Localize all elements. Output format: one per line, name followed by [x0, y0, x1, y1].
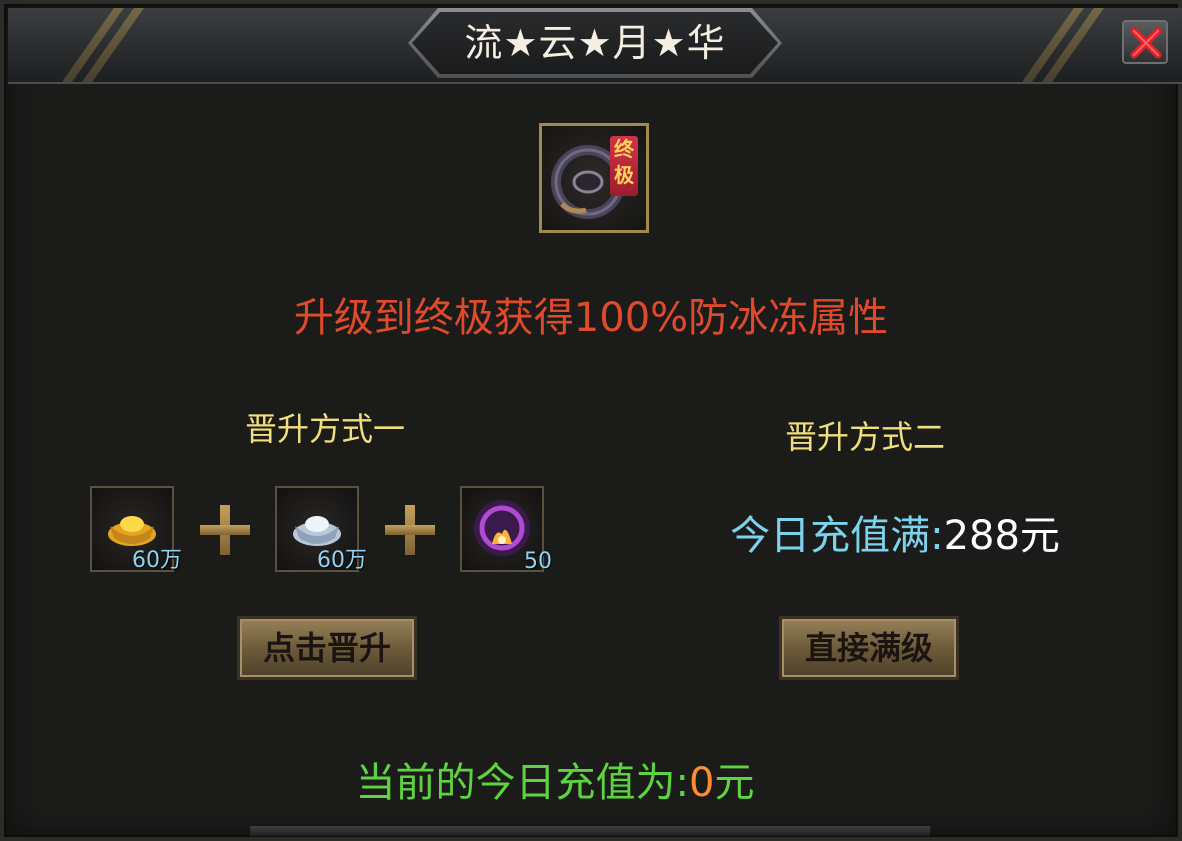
close-button[interactable]	[1122, 20, 1168, 64]
equipment-item-slot[interactable]: 终 极	[539, 123, 649, 233]
material-slot-gold[interactable]: 60万	[90, 486, 182, 573]
current-recharge-unit: 元	[714, 760, 755, 806]
tag-text-bottom: 极	[614, 163, 634, 187]
dialog-title: 流★云★月★华	[464, 21, 726, 65]
recharge-label: 今日充值满:	[730, 513, 944, 559]
material-slot-silver[interactable]: 60万	[275, 486, 367, 573]
material-count: 60万	[317, 548, 367, 573]
close-icon	[1130, 27, 1162, 59]
current-recharge: 当前的今日充值为:0元	[0, 750, 1110, 808]
ultimate-tag: 终 极	[610, 136, 638, 196]
max-level-button[interactable]: 直接满级	[779, 616, 959, 680]
material-count: 60万	[132, 548, 182, 573]
plus-icon	[200, 505, 250, 555]
promote-button[interactable]: 点击晋升	[237, 616, 417, 680]
tag-text-top: 终	[614, 137, 634, 161]
material-count: 50	[524, 549, 552, 574]
upgrade-description: 升级到终极获得100%防冰冻属性	[293, 295, 889, 341]
bottom-edge-decoration	[250, 826, 930, 836]
method-one-title: 晋升方式一	[244, 410, 405, 448]
method-two-title: 晋升方式二	[784, 418, 945, 456]
current-recharge-value: 0	[689, 760, 715, 806]
recharge-amount: 288元	[943, 513, 1060, 559]
recharge-requirement: 今日充值满:288元	[700, 503, 1090, 561]
current-recharge-label: 当前的今日充值为:	[355, 760, 690, 806]
material-slot-orb[interactable]: 50	[460, 486, 552, 574]
plus-icon	[385, 505, 435, 555]
